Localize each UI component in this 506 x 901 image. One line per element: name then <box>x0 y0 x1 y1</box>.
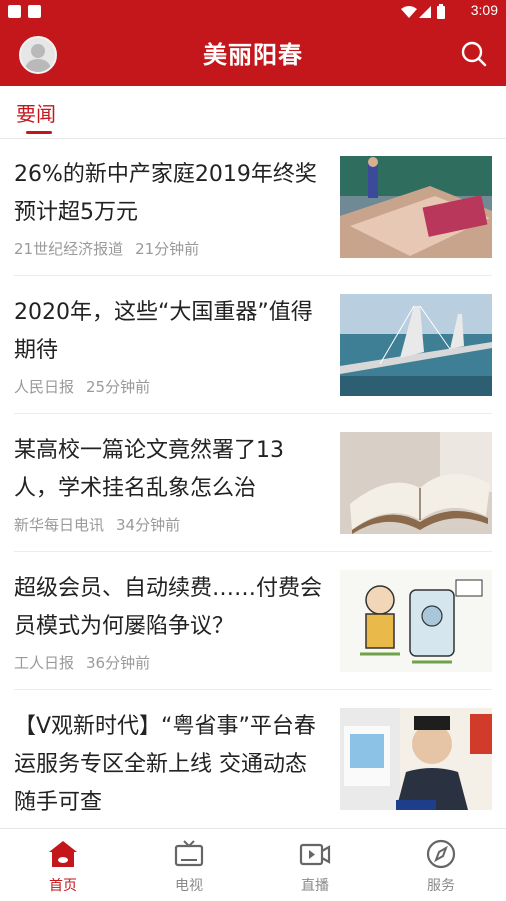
nav-service-label: 服务 <box>427 878 455 894</box>
status-time: 3:09 <box>470 2 498 18</box>
notification-icon <box>28 5 41 18</box>
news-source: 工人日报 <box>14 654 75 672</box>
nav-tv[interactable]: 电视 <box>126 829 252 901</box>
news-item[interactable]: 某高校一篇论文竟然署了13人，学术挂名乱象怎么治 新华每日电讯 34分钟前 <box>0 414 506 552</box>
tv-icon <box>174 840 204 867</box>
news-item[interactable]: 26%的新中产家庭2019年终奖预计超5万元 21世纪经济报道 21分钟前 <box>0 138 506 276</box>
wifi-signal-battery-icon <box>401 4 445 19</box>
bottom-nav: 首页 电视 直播 服务 <box>0 828 506 901</box>
nav-live[interactable]: 直播 <box>252 829 378 901</box>
category-tabs: 要闻 <box>0 86 506 139</box>
news-thumbnail <box>340 156 492 258</box>
notification-icon <box>8 5 21 18</box>
tab-active-indicator <box>26 131 52 134</box>
news-item[interactable]: 【V观新时代】“粤省事”平台春运服务专区全新上线 交通动态随手可查 <box>0 690 506 828</box>
news-time: 36分钟前 <box>86 654 151 672</box>
news-title: 【V观新时代】“粤省事”平台春运服务专区全新上线 交通动态随手可查 <box>14 714 316 815</box>
news-thumbnail <box>340 432 492 534</box>
app-bar: 美丽阳春 <box>0 24 506 86</box>
tab-headlines[interactable]: 要闻 <box>16 98 56 127</box>
news-meta: 21世纪经济报道 21分钟前 <box>14 238 199 259</box>
news-title: 26%的新中产家庭2019年终奖预计超5万元 <box>14 162 317 225</box>
news-item[interactable]: 2020年，这些“大国重器”值得期待 人民日报 25分钟前 <box>0 276 506 414</box>
news-thumbnail <box>340 294 492 396</box>
app-title: 美丽阳春 <box>203 41 303 69</box>
nav-home[interactable]: 首页 <box>0 829 126 901</box>
news-time: 25分钟前 <box>86 378 151 396</box>
news-title: 某高校一篇论文竟然署了13人，学术挂名乱象怎么治 <box>14 438 284 501</box>
news-time: 21分钟前 <box>135 240 200 258</box>
news-source: 21世纪经济报道 <box>14 240 124 258</box>
news-title: 超级会员、自动续费……付费会员模式为何屡陷争议？ <box>14 576 323 639</box>
news-meta: 人民日报 25分钟前 <box>14 376 150 397</box>
nav-live-label: 直播 <box>301 878 329 894</box>
news-time: 34分钟前 <box>116 516 181 534</box>
news-source: 人民日报 <box>14 378 75 396</box>
news-meta: 工人日报 36分钟前 <box>14 652 150 673</box>
news-meta: 新华每日电讯 34分钟前 <box>14 514 180 535</box>
news-item[interactable]: 超级会员、自动续费……付费会员模式为何屡陷争议？ 工人日报 36分钟前 <box>0 552 506 690</box>
news-thumbnail <box>340 570 492 672</box>
status-bar: 3:09 <box>0 0 506 24</box>
news-title: 2020年，这些“大国重器”值得期待 <box>14 300 313 363</box>
nav-service[interactable]: 服务 <box>378 829 504 901</box>
live-video-icon <box>299 843 331 866</box>
compass-icon <box>426 839 456 869</box>
nav-home-label: 首页 <box>49 878 77 894</box>
nav-tv-label: 电视 <box>175 878 203 894</box>
home-icon <box>49 841 77 867</box>
news-thumbnail <box>340 708 492 810</box>
search-icon[interactable] <box>460 40 488 68</box>
news-source: 新华每日电讯 <box>14 516 105 534</box>
